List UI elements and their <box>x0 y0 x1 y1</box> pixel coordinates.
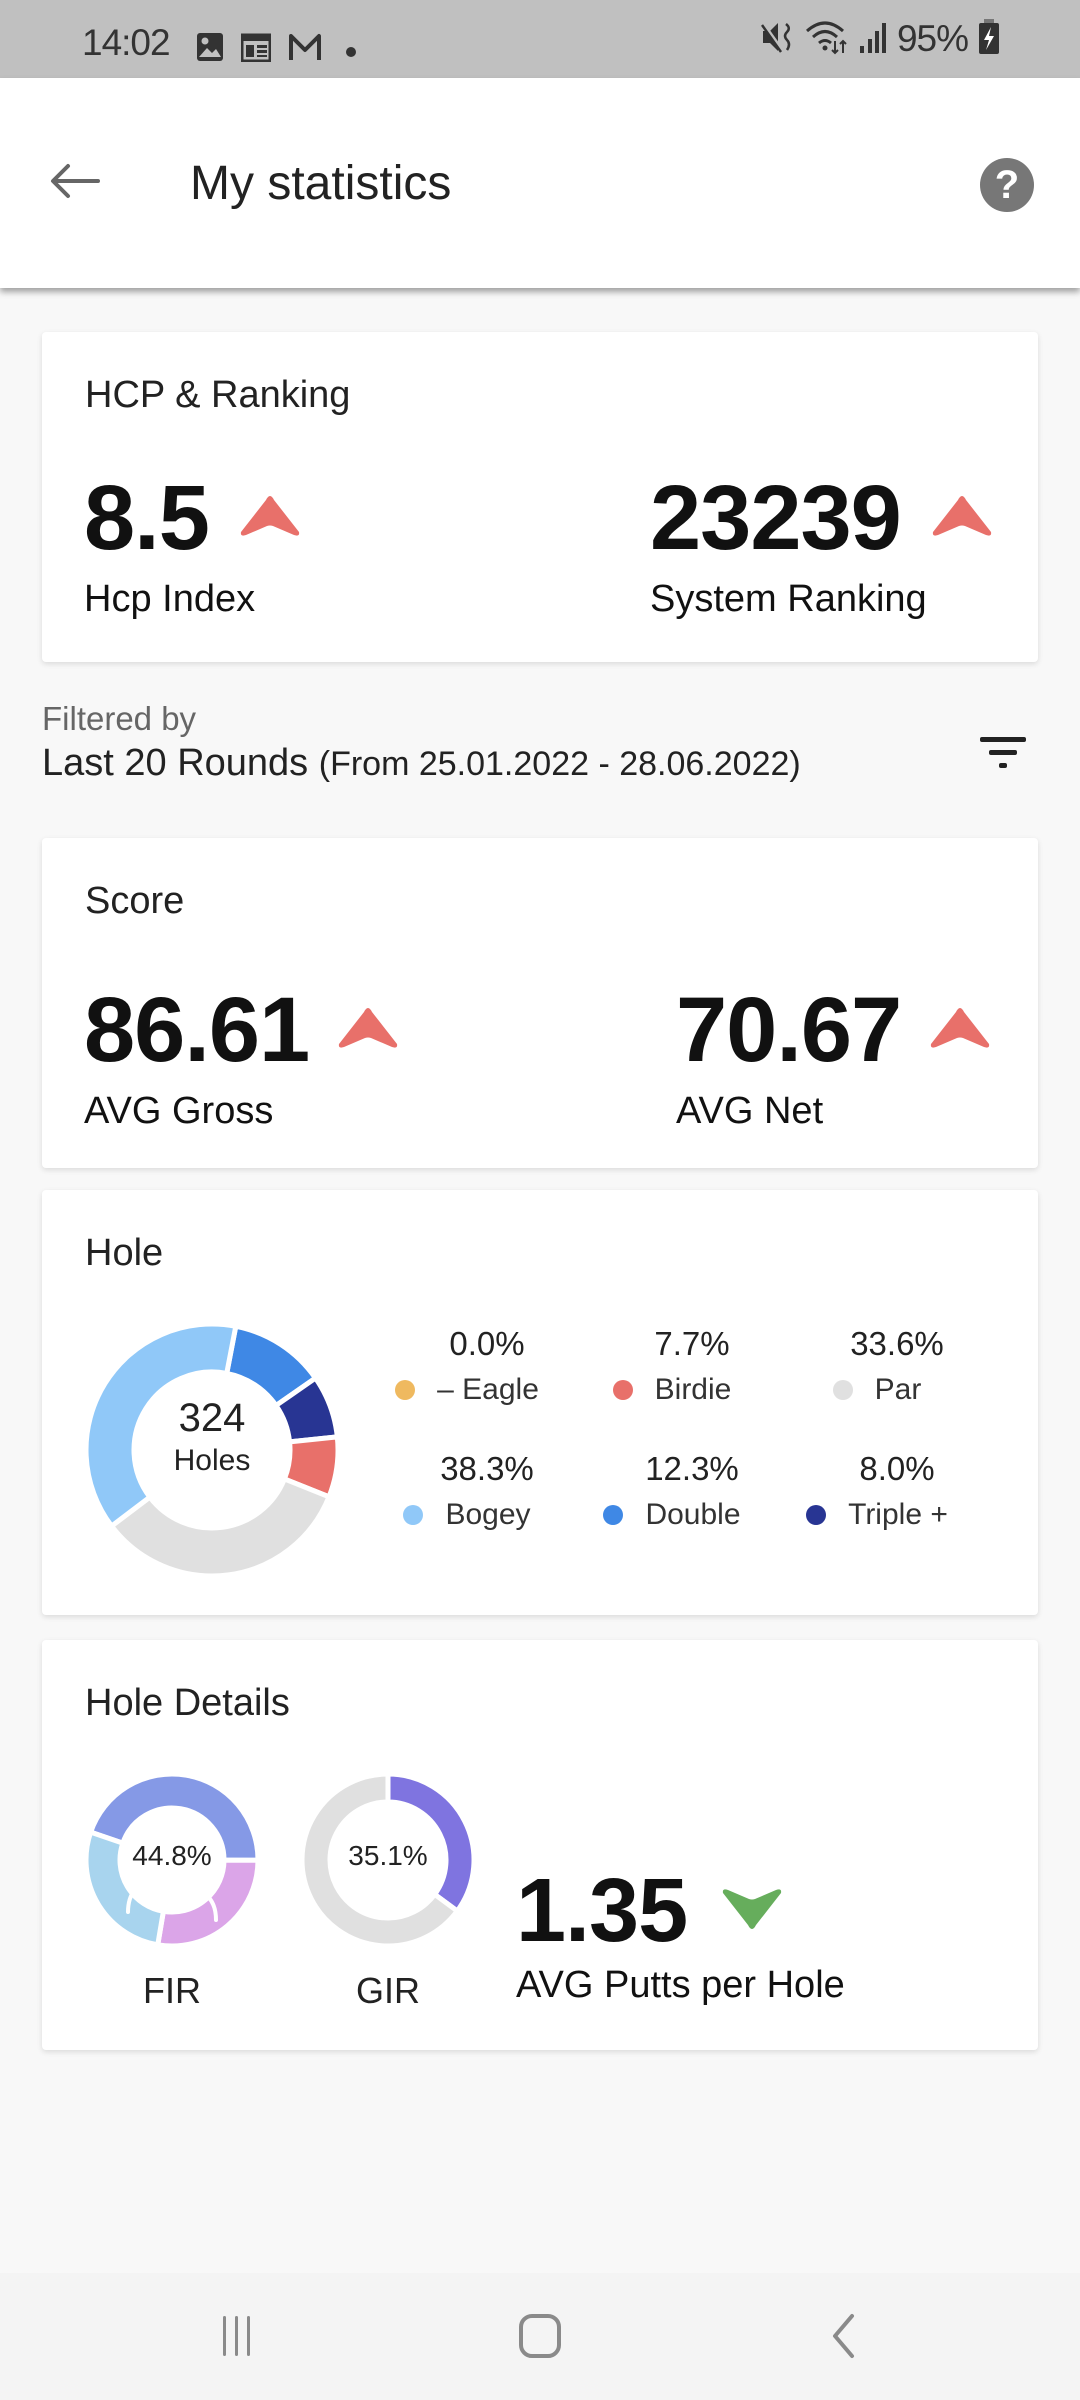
help-circle-icon: ? <box>994 162 1020 207</box>
legend-label: Double <box>645 1498 741 1531</box>
filter-date-range: (From 25.01.2022 - 28.06.2022) <box>318 745 801 783</box>
legend-row: Bogey <box>372 1498 562 1532</box>
trend-up-icon <box>929 1006 991 1055</box>
arrow-left-icon <box>50 163 100 204</box>
hcp-index-label: Hcp Index <box>84 578 256 620</box>
legend-label: Bogey <box>445 1498 531 1531</box>
legend-value: 12.3% <box>645 1450 739 1487</box>
app-bar: My statistics ? <box>0 78 1080 288</box>
legend-dot-icon <box>403 1505 424 1525</box>
legend-label: Birdie <box>654 1373 732 1406</box>
fir-slice-missed-right <box>154 1857 260 1948</box>
filter-button[interactable] <box>968 720 1038 790</box>
avg-putts-value: 1.35 <box>516 1861 688 1961</box>
card-title: Score <box>85 880 185 922</box>
legend-value: 8.0% <box>859 1450 935 1487</box>
avg-net-metric: 70.67 AVG Net <box>676 984 991 1133</box>
filter-icon <box>979 733 1027 778</box>
wifi-icon <box>805 19 849 60</box>
home-button[interactable] <box>495 2303 585 2373</box>
status-bar: 14:02 95% <box>0 0 1080 78</box>
gmail-icon <box>288 32 322 67</box>
legend-item-par: 33.6% Par <box>782 1325 972 1407</box>
trend-down-icon <box>721 1887 783 1936</box>
notification-dot-icon <box>346 44 356 62</box>
trend-up-icon <box>337 1006 399 1055</box>
help-button[interactable]: ? <box>980 158 1034 212</box>
legend-item-double: 12.3% Double <box>577 1450 767 1532</box>
legend-dot-icon <box>612 1380 633 1400</box>
battery-charging-icon <box>978 18 1000 60</box>
avg-putts-label: AVG Putts per Hole <box>516 1964 845 2006</box>
system-ranking-label: System Ranking <box>650 578 927 620</box>
avg-putts-metric: 1.35 AVG Putts per Hole <box>516 1866 845 2007</box>
filter-area: Filtered by Last 20 Rounds (From 25.01.2… <box>42 700 1038 800</box>
avg-gross-value: 86.61 <box>84 979 310 1081</box>
hole-card: Hole 324 Holes 0.0% – Eagle 7.7% Birdie 33.6… <box>42 1190 1038 1615</box>
legend-value: 0.0% <box>449 1325 525 1362</box>
holes-label: Holes <box>173 1444 251 1477</box>
hole-donut-center: 324 Holes <box>82 1396 342 1478</box>
legend-dot-icon <box>395 1380 416 1400</box>
card-title: Hole Details <box>85 1682 290 1724</box>
card-title: Hole <box>85 1232 164 1274</box>
trend-up-icon <box>239 494 301 543</box>
recent-apps-icon <box>217 2314 257 2363</box>
legend-dot-icon <box>603 1505 624 1525</box>
back-button[interactable] <box>40 148 110 218</box>
mute-vibrate-icon <box>760 20 795 59</box>
system-ranking-value: 23239 <box>650 467 902 569</box>
fir-value: 44.8% <box>132 1840 212 1871</box>
recent-apps-button[interactable] <box>192 2303 282 2373</box>
hcp-ranking-card: HCP & Ranking 8.5 Hcp Index 23239 System… <box>42 332 1038 662</box>
filter-value: Last 20 Rounds (From 25.01.2022 - 28.06.… <box>42 742 1038 785</box>
avg-net-value: 70.67 <box>676 979 902 1081</box>
status-time: 14:02 <box>82 22 171 63</box>
page-title: My statistics <box>190 157 452 210</box>
status-right-group: 95% <box>760 18 1000 60</box>
card-title: HCP & Ranking <box>85 374 351 416</box>
battery-percentage: 95% <box>896 18 969 59</box>
legend-dot-icon <box>832 1380 853 1400</box>
avg-gross-metric: 86.61 AVG Gross <box>84 984 399 1133</box>
legend-row: Birdie <box>577 1373 767 1407</box>
filter-caption: Filtered by <box>42 700 197 737</box>
system-back-button[interactable] <box>798 2303 888 2373</box>
legend-item-eagle: 0.0% – Eagle <box>372 1325 562 1407</box>
fir-label: FIR <box>143 1970 201 2011</box>
back-icon <box>828 2313 858 2364</box>
legend-row: – Eagle <box>372 1373 562 1407</box>
legend-label: Triple + <box>848 1498 948 1531</box>
score-card: Score 86.61 AVG Gross 70.67 AVG Net <box>42 838 1038 1168</box>
legend-label: Par <box>874 1373 922 1406</box>
filter-period: Last 20 Rounds <box>42 742 309 784</box>
calendar-icon <box>240 32 272 67</box>
legend-label: – Eagle <box>437 1373 539 1406</box>
gir-value: 35.1% <box>348 1840 428 1871</box>
legend-item-birdie: 7.7% Birdie <box>577 1325 767 1407</box>
gallery-icon <box>196 32 224 67</box>
hole-details-card: Hole Details 44.8% FIR 35.1% GIR 1.35 AV… <box>42 1640 1038 2050</box>
legend-row: Triple + <box>782 1498 972 1532</box>
system-nav-bar <box>0 2273 1080 2400</box>
system-ranking-metric: 23239 System Ranking <box>650 472 993 621</box>
gir-label: GIR <box>355 1970 420 2011</box>
signal-icon <box>859 20 887 59</box>
legend-row: Par <box>782 1373 972 1407</box>
legend-item-triple: 8.0% Triple + <box>782 1450 972 1532</box>
trend-up-icon <box>931 494 993 543</box>
legend-dot-icon <box>806 1505 827 1525</box>
holes-count: 324 <box>178 1396 246 1440</box>
hcp-index-value: 8.5 <box>84 467 210 569</box>
legend-item-bogey: 38.3% Bogey <box>372 1450 562 1532</box>
legend-value: 38.3% <box>440 1450 534 1487</box>
legend-row: Double <box>577 1498 767 1532</box>
hcp-index-metric: 8.5 Hcp Index <box>84 472 301 621</box>
avg-gross-label: AVG Gross <box>84 1090 274 1132</box>
legend-value: 33.6% <box>850 1325 944 1362</box>
home-icon <box>518 2313 562 2364</box>
avg-net-label: AVG Net <box>676 1090 824 1132</box>
legend-value: 7.7% <box>654 1325 730 1362</box>
